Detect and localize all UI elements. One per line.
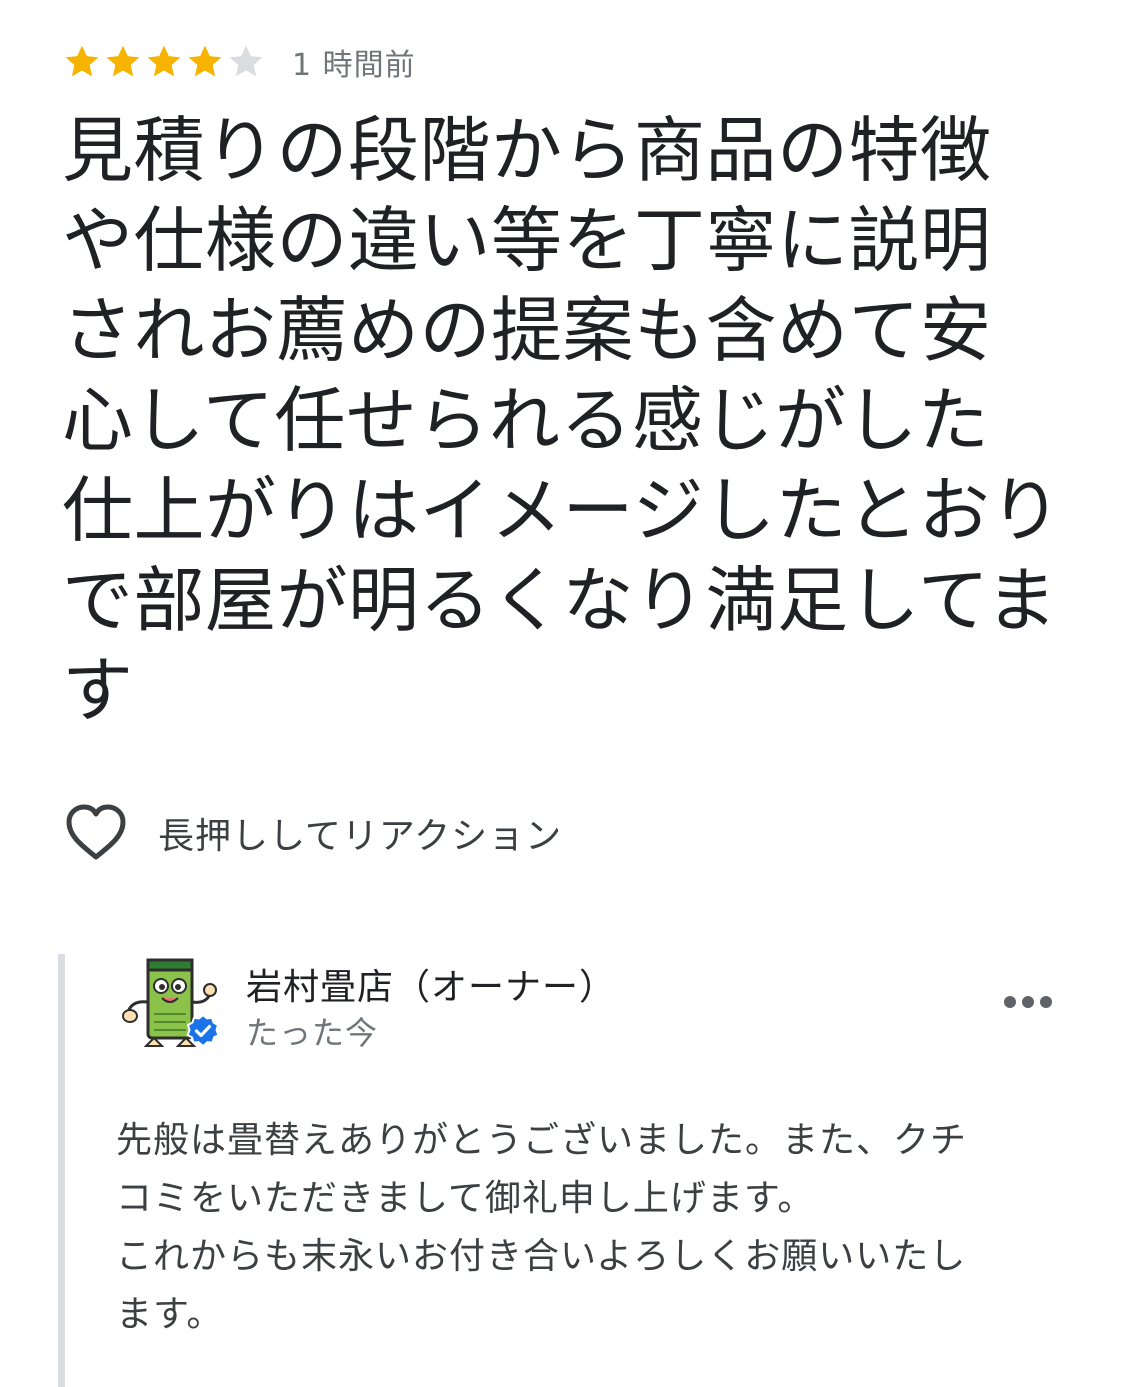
star-filled-icon xyxy=(106,45,140,77)
owner-reply-body: 先般は畳替えありがとうございました。また、クチ コミをいただきまして御礼申し上げ… xyxy=(116,1112,1046,1344)
review-body: 見積りの段階から商品の特徴 や仕様の違い等を丁寧に説明 されお薦めの提案も含めて… xyxy=(62,106,1072,736)
star-empty-icon xyxy=(229,45,263,77)
star-rating xyxy=(62,42,266,82)
reply-indent-bar xyxy=(58,954,65,1387)
verified-check-icon xyxy=(186,1014,220,1048)
more-horizontal-icon xyxy=(1004,996,1016,1008)
review-time-ago: 1 時間前 xyxy=(292,48,416,83)
review-text-line: す xyxy=(62,649,134,732)
reply-text-line: ます。 xyxy=(116,1294,224,1335)
more-options-button[interactable] xyxy=(998,984,1058,1020)
review-text-line: されお薦めの提案も含めて安 xyxy=(62,289,992,372)
owner-reply: 岩村畳店（オーナー） たった今 先般は畳替えありがとうございました。また、クチ … xyxy=(58,954,1068,1387)
owner-name: 岩村畳店（オーナー） xyxy=(246,967,617,1008)
review-text-line: 見積りの段階から商品の特徴 xyxy=(62,109,992,192)
reaction-button[interactable]: 長押ししてリアクション xyxy=(64,800,562,866)
reaction-label: 長押ししてリアクション xyxy=(158,816,563,857)
star-filled-icon xyxy=(147,45,181,77)
star-filled-icon xyxy=(188,45,222,77)
more-horizontal-icon xyxy=(1022,996,1034,1008)
reply-text-line: 先般は畳替えありがとうございました。また、クチ xyxy=(116,1120,968,1161)
more-horizontal-icon xyxy=(1040,996,1052,1008)
review-rating-row: 1 時間前 xyxy=(62,40,416,84)
review-text-line: で部屋が明るくなり満足してま xyxy=(62,559,1058,642)
review-text-line: 仕上がりはイメージしたとおり xyxy=(62,469,1062,552)
star-filled-icon xyxy=(65,45,99,77)
owner-reply-time: たった今 xyxy=(246,1014,379,1052)
reply-text-line: コミをいただきまして御礼申し上げます。 xyxy=(116,1178,815,1219)
review-text-line: や仕様の違い等を丁寧に説明 xyxy=(62,199,992,282)
heart-outline-icon xyxy=(66,804,126,860)
review-text-line: 心して任せられる感じがした xyxy=(62,379,990,462)
reply-text-line: これからも末永いお付き合いよろしくお願いいたし xyxy=(116,1236,967,1277)
